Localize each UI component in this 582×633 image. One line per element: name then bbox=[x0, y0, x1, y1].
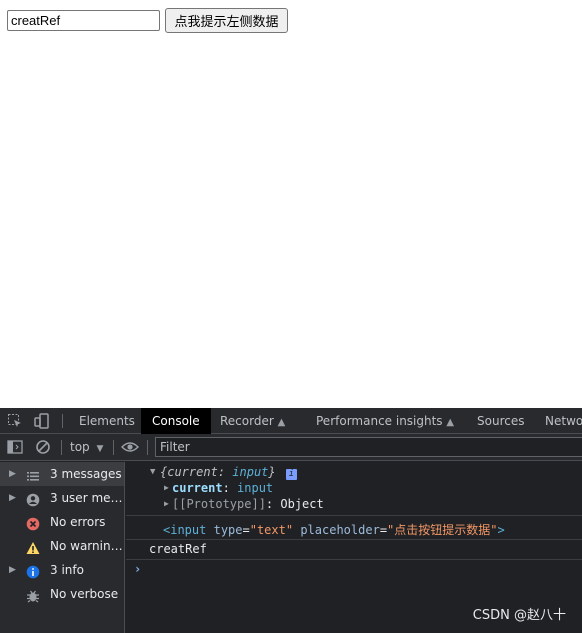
expand-arrow-icon[interactable]: ▶ bbox=[9, 486, 16, 510]
expand-arrow-icon[interactable]: ▶ bbox=[164, 483, 169, 492]
tab-performance-insights[interactable]: Performance insights ▲ bbox=[309, 408, 461, 434]
sidebar-item-warnings[interactable]: No warnings bbox=[0, 534, 124, 558]
user-icon bbox=[26, 491, 40, 507]
console-message-object: ▼ {current: input} i ▶ current: input ▶ … bbox=[126, 462, 582, 516]
sidebar-item-label: No errors bbox=[50, 515, 106, 529]
toolbar-divider bbox=[113, 440, 114, 455]
sidebar-item-errors[interactable]: No errors bbox=[0, 510, 124, 534]
attr-value: "text" bbox=[249, 523, 294, 537]
sidebar-item-verbose[interactable]: No verbose bbox=[0, 582, 124, 606]
colon: : bbox=[222, 481, 238, 495]
attr-value: "点击按钮提示数据" bbox=[387, 523, 498, 537]
toolbar-divider bbox=[62, 414, 63, 428]
tab-elements[interactable]: Elements bbox=[72, 408, 142, 434]
dropdown-arrow-icon: ▼ bbox=[96, 444, 104, 454]
equals: = bbox=[242, 523, 250, 537]
experiment-flask-icon: ▲ bbox=[277, 417, 286, 428]
collapse-arrow-icon[interactable]: ▼ bbox=[150, 467, 155, 477]
sidebar-toggle-icon[interactable] bbox=[7, 440, 23, 457]
watermark: CSDN @赵八十 bbox=[472, 608, 566, 623]
context-label: top bbox=[70, 440, 90, 454]
sidebar-item-label: 3 info bbox=[50, 563, 84, 577]
sidebar-item-label: No verbose bbox=[50, 587, 119, 601]
brace-close: } bbox=[268, 465, 276, 479]
console-message-element: <input type="text" placeholder="点击按钮提示数据… bbox=[126, 516, 582, 540]
tab-performance-insights-label: Performance insights bbox=[316, 414, 443, 428]
colon: : bbox=[265, 497, 281, 511]
toolbar-divider bbox=[61, 440, 62, 455]
context-selector[interactable]: top ▼ bbox=[70, 434, 103, 460]
tag-open: <input bbox=[163, 523, 207, 537]
sidebar-item-label: 3 user messages bbox=[50, 491, 124, 505]
info-icon bbox=[26, 563, 40, 579]
list-icon bbox=[26, 467, 40, 481]
clear-console-icon[interactable] bbox=[35, 439, 51, 458]
object-val: input bbox=[232, 465, 269, 479]
attr-name: placeholder bbox=[300, 523, 380, 537]
expand-arrow-icon[interactable]: ▶ bbox=[9, 558, 16, 582]
prompt-chevron-icon: › bbox=[134, 562, 142, 576]
tab-sources[interactable]: Sources bbox=[470, 408, 531, 434]
sidebar-item-user-messages[interactable]: ▶ 3 user messages bbox=[0, 486, 124, 510]
property-prototype[interactable]: [[Prototype]]: Object bbox=[172, 497, 324, 511]
devtools-tabbar: Elements Console Recorder ▲ Performance … bbox=[0, 408, 582, 434]
inspect-element-icon[interactable] bbox=[6, 412, 24, 430]
property-value: Object bbox=[280, 497, 324, 511]
page-content: 点我提示左侧数据 bbox=[0, 0, 582, 408]
property-key: current bbox=[172, 481, 223, 495]
object-summary[interactable]: {current: input} i bbox=[160, 465, 297, 480]
bug-icon bbox=[26, 587, 40, 603]
console-toolbar: top ▼ Filter bbox=[0, 434, 582, 461]
toolbar-divider bbox=[147, 440, 148, 455]
warning-icon bbox=[26, 539, 40, 554]
log-text: creatRef bbox=[149, 542, 207, 556]
info-badge-icon[interactable]: i bbox=[285, 469, 297, 480]
colon: : bbox=[217, 465, 233, 479]
device-toolbar-icon[interactable] bbox=[33, 412, 51, 430]
tag-close: > bbox=[497, 523, 505, 537]
object-key: current bbox=[167, 465, 218, 479]
tab-recorder-label: Recorder bbox=[220, 414, 274, 428]
element-node[interactable]: <input type="text" placeholder="点击按钮提示数据… bbox=[163, 521, 505, 538]
experiment-flask-icon: ▲ bbox=[446, 417, 455, 428]
tab-recorder[interactable]: Recorder ▲ bbox=[213, 408, 292, 434]
expand-arrow-icon[interactable]: ▶ bbox=[164, 499, 169, 508]
property-current[interactable]: current: input bbox=[172, 481, 273, 495]
property-key: [[Prototype]] bbox=[172, 497, 266, 511]
console-message-log: creatRef bbox=[126, 540, 582, 560]
sidebar-item-label: No warnings bbox=[50, 539, 124, 553]
console-prompt[interactable]: › bbox=[126, 560, 582, 582]
sidebar-item-messages[interactable]: ▶ 3 messages bbox=[0, 462, 124, 486]
text-input[interactable] bbox=[7, 10, 160, 31]
devtools-panel: Elements Console Recorder ▲ Performance … bbox=[0, 408, 582, 633]
expand-arrow-icon[interactable]: ▶ bbox=[9, 462, 16, 486]
sidebar-item-label: 3 messages bbox=[50, 467, 122, 481]
error-icon bbox=[26, 515, 40, 531]
tab-console[interactable]: Console bbox=[141, 408, 211, 434]
equals: = bbox=[379, 523, 388, 537]
property-value: input bbox=[237, 481, 274, 495]
filter-input[interactable]: Filter bbox=[155, 437, 582, 457]
console-sidebar: ▶ 3 messages ▶ 3 user messages No errors… bbox=[0, 462, 125, 633]
live-expression-eye-icon[interactable] bbox=[121, 440, 139, 457]
sidebar-item-info[interactable]: ▶ 3 info bbox=[0, 558, 124, 582]
tab-network[interactable]: Network bbox=[538, 408, 582, 434]
attr-name: type bbox=[213, 523, 243, 537]
show-data-button[interactable]: 点我提示左侧数据 bbox=[165, 8, 288, 33]
